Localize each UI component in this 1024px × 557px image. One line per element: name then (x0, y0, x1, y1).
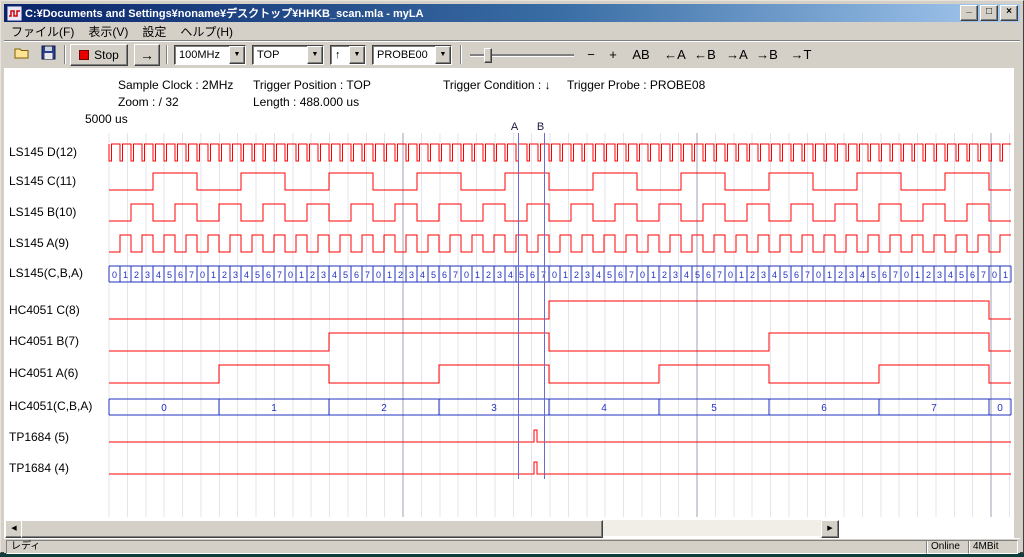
trigger-edge-value: ↑ (331, 46, 349, 64)
trigger-probe-select[interactable]: PROBE00 ▼ (372, 45, 452, 65)
goto-marker-b-right-button[interactable]: →B (754, 45, 780, 65)
window-controls: _ □ × (960, 5, 1018, 21)
chevron-down-icon[interactable]: ▼ (435, 46, 451, 64)
goto-trigger-button[interactable]: →T (788, 45, 814, 65)
channel-label: LS145(C,B,A) (9, 266, 83, 280)
zoom-ab-button[interactable]: AB (628, 45, 654, 65)
waveform-client-area (4, 68, 1014, 538)
titlebar[interactable]: C:¥Documents and Settings¥noname¥デスクトップ¥… (4, 4, 1020, 22)
status-ready-text: レディ (6, 540, 928, 554)
statusbar: レディ Online 4MBit (4, 538, 1020, 553)
zoom-slider-thumb[interactable] (484, 48, 492, 63)
trigger-position-info: Trigger Position : TOP (253, 78, 371, 92)
scroll-right-icon[interactable]: ▶ (821, 520, 839, 538)
channel-label: HC4051 A(6) (9, 366, 78, 380)
toolbar-separator (166, 45, 168, 64)
menu-help[interactable]: ヘルプ(H) (173, 22, 240, 41)
channel-label: LS145 A(9) (9, 236, 69, 250)
close-button[interactable]: × (1000, 5, 1018, 21)
status-memory-badge: 4MBit (968, 540, 1018, 554)
trigger-position-value: TOP (253, 46, 307, 64)
goto-marker-b-left-button[interactable]: ←B (692, 45, 718, 65)
scrollbar-thumb[interactable] (21, 520, 603, 538)
trigger-probe-value: PROBE00 (373, 46, 435, 64)
sample-clock-info: Sample Clock : 2MHz (118, 78, 233, 92)
status-online-badge: Online (926, 540, 970, 554)
channel-label: TP1684 (4) (9, 461, 69, 475)
run-arrow-icon: → (140, 47, 154, 63)
trigger-condition-info: Trigger Condition : ↓ (443, 78, 551, 92)
channel-label: TP1684 (5) (9, 430, 69, 444)
goto-marker-a-right-button[interactable]: →A (724, 45, 750, 65)
trigger-probe-info: Trigger Probe : PROBE08 (567, 78, 705, 92)
toolbar: Stop → 100MHz ▼ TOP ▼ ↑ ▼ PROBE00 ▼ − + … (4, 40, 1020, 69)
channel-label: LS145 D(12) (9, 145, 77, 159)
run-button[interactable]: → (134, 44, 160, 66)
trigger-edge-select[interactable]: ↑ ▼ (330, 45, 366, 65)
chevron-down-icon[interactable]: ▼ (307, 46, 323, 64)
maximize-button[interactable]: □ (980, 5, 998, 21)
channel-label: HC4051 B(7) (9, 334, 79, 348)
zoom-out-button[interactable]: − (582, 45, 600, 65)
menubar: ファイル(F) 表示(V) 設定 ヘルプ(H) (4, 22, 1020, 40)
chevron-down-icon[interactable]: ▼ (229, 46, 245, 64)
chevron-down-icon[interactable]: ▼ (349, 46, 365, 64)
app-window: C:¥Documents and Settings¥noname¥デスクトップ¥… (0, 0, 1024, 553)
channel-label: LS145 B(10) (9, 205, 76, 219)
trigger-position-select[interactable]: TOP ▼ (252, 45, 324, 65)
channel-label: HC4051(C,B,A) (9, 399, 92, 413)
sample-clock-value: 100MHz (175, 46, 229, 64)
horizontal-scrollbar[interactable]: ◀ ▶ (5, 520, 839, 536)
minimize-button[interactable]: _ (960, 5, 978, 21)
toolbar-separator (460, 45, 462, 64)
length-info: Length : 488.000 us (253, 95, 359, 109)
zoom-in-button[interactable]: + (604, 45, 622, 65)
channel-label: LS145 C(11) (9, 174, 76, 188)
sample-clock-select[interactable]: 100MHz ▼ (174, 45, 246, 65)
channel-label: HC4051 C(8) (9, 303, 80, 317)
window-title: C:¥Documents and Settings¥noname¥デスクトップ¥… (25, 5, 956, 21)
zoom-info: Zoom : / 32 (118, 95, 179, 109)
channel-label-column: LS145 D(12) LS145 C(11) LS145 B(10) LS145 A… (4, 1, 114, 557)
goto-marker-a-left-button[interactable]: ←A (662, 45, 688, 65)
menu-settings[interactable]: 設定 (135, 22, 173, 41)
